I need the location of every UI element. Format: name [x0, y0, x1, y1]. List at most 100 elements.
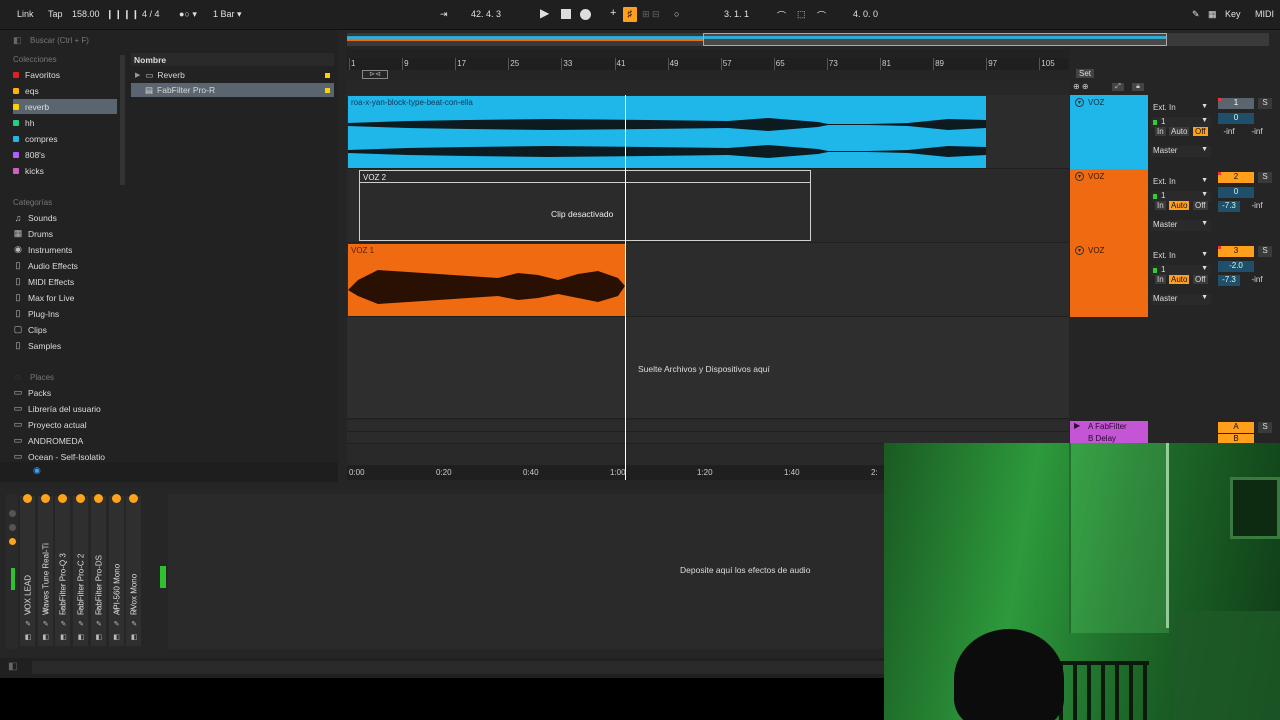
- category-item-clips[interactable]: ▢ Clips: [13, 322, 117, 337]
- device-on-icon[interactable]: [111, 494, 121, 503]
- output-select[interactable]: Master ▼: [1151, 220, 1211, 231]
- sidebar-scrollbar[interactable]: [120, 55, 125, 185]
- category-item-samples[interactable]: ▯ Samples: [13, 338, 117, 353]
- output-select[interactable]: Master ▼: [1151, 294, 1211, 305]
- resize-icon[interactable]: ⤢: [1112, 83, 1124, 91]
- loop-start-field[interactable]: 3. 1. 1: [724, 9, 749, 19]
- loop-length-field[interactable]: 4. 0. 0: [853, 9, 878, 19]
- send-field[interactable]: -inf: [1245, 275, 1269, 286]
- search-input[interactable]: Buscar (Ctrl + F): [30, 34, 334, 48]
- category-item-midi-effects[interactable]: ▯ MIDI Effects: [13, 274, 117, 289]
- overdub-icon[interactable]: +: [610, 7, 616, 19]
- audio-clip-orange[interactable]: VOZ 1: [348, 244, 625, 316]
- key-map-button[interactable]: Key: [1225, 9, 1241, 19]
- punch-in-icon[interactable]: ⌒: [777, 9, 786, 22]
- collection-item[interactable]: reverb: [13, 99, 117, 114]
- metronome-icon[interactable]: ●○ ▾: [179, 9, 197, 20]
- return-a-activator[interactable]: A: [1218, 422, 1254, 433]
- track-header-1[interactable]: ▾ VOZ: [1070, 95, 1148, 169]
- monitor-auto-button[interactable]: Auto: [1169, 127, 1190, 136]
- category-item-plugins[interactable]: ▯ Plug-Ins: [13, 306, 117, 321]
- collection-item[interactable]: compres: [13, 131, 117, 146]
- device-controls-icon[interactable]: ✎ ✎ ◧: [94, 605, 104, 644]
- track-header-2[interactable]: ▾ VOZ: [1070, 169, 1148, 243]
- nudge-icon[interactable]: ❙❙❙❙: [106, 9, 140, 20]
- audio-clip-deactivated[interactable]: VOZ 2 Clip desactivado: [359, 170, 811, 241]
- pan-field[interactable]: -7.3: [1218, 201, 1240, 212]
- category-item-drums[interactable]: ▦ Drums: [13, 226, 117, 241]
- midi-map-button[interactable]: MIDI: [1255, 9, 1274, 19]
- monitor-off-button[interactable]: Off: [1193, 127, 1208, 136]
- file-row-fabfilter[interactable]: ▤ FabFilter Pro-R: [131, 83, 334, 97]
- category-item-max[interactable]: ▯ Max for Live: [13, 290, 117, 305]
- audio-effects-drop-zone[interactable]: Deposite aquí los efectos de audio: [168, 494, 884, 649]
- loop-icon[interactable]: ⬚: [797, 9, 806, 20]
- device-controls-icon[interactable]: ✎ ✎ ◧: [112, 605, 122, 644]
- solo-button[interactable]: S: [1258, 246, 1272, 257]
- record-icon[interactable]: [580, 9, 591, 20]
- overview-view-box[interactable]: [703, 33, 1167, 46]
- place-item[interactable]: ▭ Proyecto actual: [13, 417, 133, 432]
- time-ruler[interactable]: 0:00 0:20 0:40 1:00 1:20 1:40 2:: [347, 466, 887, 480]
- collection-item[interactable]: eqs: [13, 83, 117, 98]
- fold-icon[interactable]: ▾: [1075, 172, 1084, 181]
- file-row-reverb[interactable]: ▶ ▭ Reverb: [131, 68, 334, 82]
- output-select[interactable]: Master ▼: [1151, 146, 1211, 157]
- collection-item[interactable]: 808's: [13, 147, 117, 162]
- track-activator[interactable]: 1: [1218, 98, 1254, 109]
- keyboard-icon[interactable]: ▦: [1208, 9, 1217, 20]
- return-track-a[interactable]: ▶ A FabFilter: [1070, 421, 1148, 433]
- send-field[interactable]: -inf: [1245, 127, 1269, 138]
- input-type-select[interactable]: Ext. In ▼: [1151, 103, 1211, 114]
- device-controls-icon[interactable]: ✎ ✎ ◧: [58, 605, 68, 644]
- lock-icon[interactable]: 🔒︎: [1132, 83, 1144, 91]
- draw-mode-icon[interactable]: ✎: [1192, 9, 1200, 20]
- place-item[interactable]: ▭ Ocean - Self-Isolatio: [13, 449, 133, 464]
- fold-icon[interactable]: ▾: [1075, 98, 1084, 107]
- automation-arm-icon[interactable]: ♯: [623, 7, 637, 22]
- audio-clip-blue[interactable]: roa-x-yan-block-type-beat-con-ella: [348, 96, 986, 168]
- follow-icon[interactable]: ⇥: [440, 9, 448, 20]
- volume-field[interactable]: 0: [1218, 187, 1254, 198]
- loop-brace-icon[interactable]: ⊳⊲: [362, 70, 388, 79]
- track-activator[interactable]: 2: [1218, 172, 1254, 183]
- monitor-auto-button[interactable]: Auto: [1169, 275, 1190, 284]
- collection-item[interactable]: kicks: [13, 163, 117, 178]
- collection-item[interactable]: Favoritos: [13, 67, 117, 82]
- device-on-icon[interactable]: [40, 494, 50, 503]
- tap-button[interactable]: Tap: [48, 9, 63, 19]
- link-button[interactable]: Link: [17, 9, 34, 19]
- device-controls-icon[interactable]: ✎ ✎ ◧: [41, 605, 51, 644]
- monitor-off-button[interactable]: Off: [1193, 275, 1208, 284]
- tempo-field[interactable]: 158.00: [72, 9, 100, 19]
- arrangement-position[interactable]: 42. 4. 3: [471, 9, 501, 19]
- device-controls-icon[interactable]: ✎ ✎ ◧: [76, 605, 86, 644]
- collection-item[interactable]: hh: [13, 115, 117, 130]
- send-field[interactable]: -inf: [1245, 201, 1269, 212]
- arrangement-overview[interactable]: [347, 33, 1269, 46]
- monitor-in-button[interactable]: In: [1155, 127, 1166, 136]
- track-activator[interactable]: 3: [1218, 246, 1254, 257]
- input-type-select[interactable]: Ext. In ▼: [1151, 177, 1211, 188]
- monitor-off-button[interactable]: Off: [1193, 201, 1208, 210]
- place-item[interactable]: ▭ Packs: [13, 385, 133, 400]
- quantize-select[interactable]: 1 Bar ▾: [213, 9, 242, 20]
- empty-drop-zone[interactable]: Suelte Archivos y Dispositivos aquí: [347, 317, 1069, 419]
- monitor-auto-button[interactable]: Auto: [1169, 201, 1190, 210]
- monitor-in-button[interactable]: In: [1155, 275, 1166, 284]
- place-item[interactable]: ▭ ANDROMEDA: [13, 433, 133, 448]
- fold-icon[interactable]: ▾: [1075, 246, 1084, 255]
- fold-icon[interactable]: ▶: [1074, 421, 1080, 430]
- solo-button[interactable]: S: [1258, 98, 1272, 109]
- reenable-icon[interactable]: ⊞ ⊟: [642, 9, 660, 20]
- track-header-3[interactable]: ▾ VOZ: [1070, 243, 1148, 317]
- stop-icon[interactable]: [561, 9, 571, 19]
- device-on-icon[interactable]: [23, 494, 32, 503]
- monitor-in-button[interactable]: In: [1155, 201, 1166, 210]
- capture-icon[interactable]: ○: [674, 9, 679, 19]
- volume-field[interactable]: 0: [1218, 113, 1254, 124]
- return-a-solo[interactable]: S: [1258, 422, 1272, 433]
- input-type-select[interactable]: Ext. In ▼: [1151, 251, 1211, 262]
- expand-icon[interactable]: ▶: [135, 71, 140, 79]
- meter-field[interactable]: 4 / 4: [142, 9, 160, 19]
